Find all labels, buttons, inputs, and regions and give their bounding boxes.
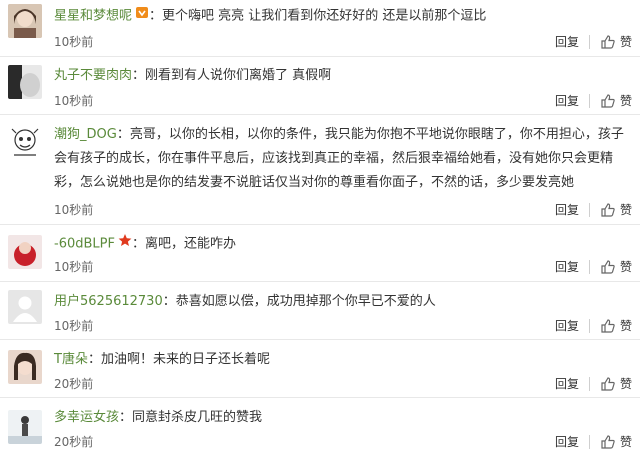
like-button[interactable]: 赞 [600,258,632,275]
avatar[interactable] [8,410,42,444]
like-button[interactable]: 赞 [600,317,632,334]
star-badge-icon [118,232,132,256]
comment-item: 用户5625612730：恭喜如愿以偿，成功甩掉那个你早已不爱的人 10秒前 回… [0,282,640,340]
username-link[interactable]: 丸子不要肉肉 [54,68,132,83]
divider [588,202,590,217]
comment-text: 恭喜如愿以偿，成功甩掉那个你早已不爱的人 [175,294,436,309]
divider [588,259,590,274]
comment-text-line: 丸子不要肉肉：刚看到有人说你们离婚了 真假啊 [54,68,332,83]
username-link[interactable]: 多幸运女孩 [54,410,119,425]
avatar-image [8,290,42,324]
comment-text: 更个嗨吧 亮亮 让我们看到你还好好的 还是以前那个逗比 [162,8,487,24]
vip-badge-icon [135,4,149,28]
reply-button[interactable]: 回复 [555,201,579,218]
like-label: 赞 [619,377,632,391]
comment-actions: 回复 赞 [555,317,632,334]
comment-text-line: 多幸运女孩：同意封杀皮几旺的赞我 [54,410,263,425]
timestamp: 10秒前 [54,260,94,274]
comment-text-line: 用户5625612730：恭喜如愿以偿，成功甩掉那个你早已不爱的人 [54,294,436,309]
avatar-image [8,4,42,38]
comment-text-line: -60dBLPF ：离吧，还能咋办 [54,232,626,257]
comment-actions: 回复 赞 [555,33,632,50]
comment-item: T唐朵：加油啊！未来的日子还长着呢 20秒前 回复 赞 [0,340,640,398]
reply-button[interactable]: 回复 [555,258,579,275]
comment-actions: 回复 赞 [555,258,632,275]
thumbs-up-icon [601,318,615,333]
reply-button[interactable]: 回复 [555,317,579,334]
avatar[interactable] [8,350,42,384]
timestamp: 10秒前 [54,94,94,108]
username-link[interactable]: 用户5625612730 [54,294,163,309]
comment-text: 离吧，还能咋办 [144,236,236,252]
like-label: 赞 [619,94,632,108]
divider [588,376,590,391]
thumbs-up-icon [601,259,615,274]
avatar[interactable] [8,290,42,324]
comment-actions: 回复 赞 [555,375,632,392]
comment-item: 潮狗_DOG：亮哥，以你的长相，以你的条件，我只能为你抱不平地说你眼瞎了，你不用… [0,115,640,225]
comment-actions: 回复 赞 [555,433,632,450]
thumbs-up-icon [601,93,615,108]
comment-list: 星星和梦想呢 ：更个嗨吧 亮亮 让我们看到你还好好的 还是以前那个逗比 10秒前 … [0,0,640,462]
comment-text-line: T唐朵：加油啊！未来的日子还长着呢 [54,352,270,367]
avatar[interactable] [8,4,42,38]
comment-text-line: 潮狗_DOG：亮哥，以你的长相，以你的条件，我只能为你抱不平地说你眼瞎了，你不用… [54,127,624,190]
username-link[interactable]: -60dBLPF [54,237,115,252]
comment-item: 丸子不要肉肉：刚看到有人说你们离婚了 真假啊 10秒前 回复 赞 [0,57,640,115]
like-button[interactable]: 赞 [600,375,632,392]
timestamp: 10秒前 [54,319,94,333]
avatar-image [8,125,42,159]
reply-button[interactable]: 回复 [555,433,579,450]
avatar-image [8,65,42,99]
thumbs-up-icon [601,434,615,449]
avatar-image [8,235,42,269]
comment-text-line: 星星和梦想呢 ：更个嗨吧 亮亮 让我们看到你还好好的 还是以前那个逗比 [54,4,626,29]
like-label: 赞 [619,435,632,449]
avatar-image [8,350,42,384]
like-label: 赞 [619,260,632,274]
avatar[interactable] [8,235,42,269]
divider [588,318,590,333]
avatar-image [8,410,42,444]
comment-actions: 回复 赞 [555,92,632,109]
reply-button[interactable]: 回复 [555,92,579,109]
like-button[interactable]: 赞 [600,433,632,450]
timestamp: 20秒前 [54,435,94,449]
divider [588,434,590,449]
like-button[interactable]: 赞 [600,33,632,50]
comment-text: 刚看到有人说你们离婚了 真假啊 [145,68,332,83]
comment-text: 加油啊！未来的日子还长着呢 [100,352,270,367]
timestamp: 20秒前 [54,377,94,391]
comment-item: 星星和梦想呢 ：更个嗨吧 亮亮 让我们看到你还好好的 还是以前那个逗比 10秒前 … [0,0,640,57]
like-label: 赞 [619,319,632,333]
like-label: 赞 [619,35,632,49]
like-button[interactable]: 赞 [600,92,632,109]
reply-button[interactable]: 回复 [555,33,579,50]
avatar[interactable] [8,125,42,159]
like-button[interactable]: 赞 [600,201,632,218]
username-link[interactable]: T唐朵 [54,352,88,367]
divider [588,93,590,108]
comment-item: -60dBLPF ：离吧，还能咋办 10秒前 回复 赞 [0,225,640,282]
timestamp: 10秒前 [54,35,94,49]
thumbs-up-icon [601,34,615,49]
reply-button[interactable]: 回复 [555,375,579,392]
timestamp: 10秒前 [54,203,94,217]
thumbs-up-icon [601,202,615,217]
comment-text: 亮哥，以你的长相，以你的条件，我只能为你抱不平地说你眼瞎了，你不用担心，孩子会有… [54,127,624,190]
like-label: 赞 [619,203,632,217]
comment-actions: 回复 赞 [555,201,632,218]
username-link[interactable]: 潮狗_DOG [54,127,117,142]
username-link[interactable]: 星星和梦想呢 [54,9,132,24]
thumbs-up-icon [601,376,615,391]
avatar[interactable] [8,65,42,99]
comment-item: 多幸运女孩：同意封杀皮几旺的赞我 20秒前 回复 赞 [0,398,640,462]
divider [588,34,590,49]
comment-text: 同意封杀皮几旺的赞我 [132,410,263,425]
